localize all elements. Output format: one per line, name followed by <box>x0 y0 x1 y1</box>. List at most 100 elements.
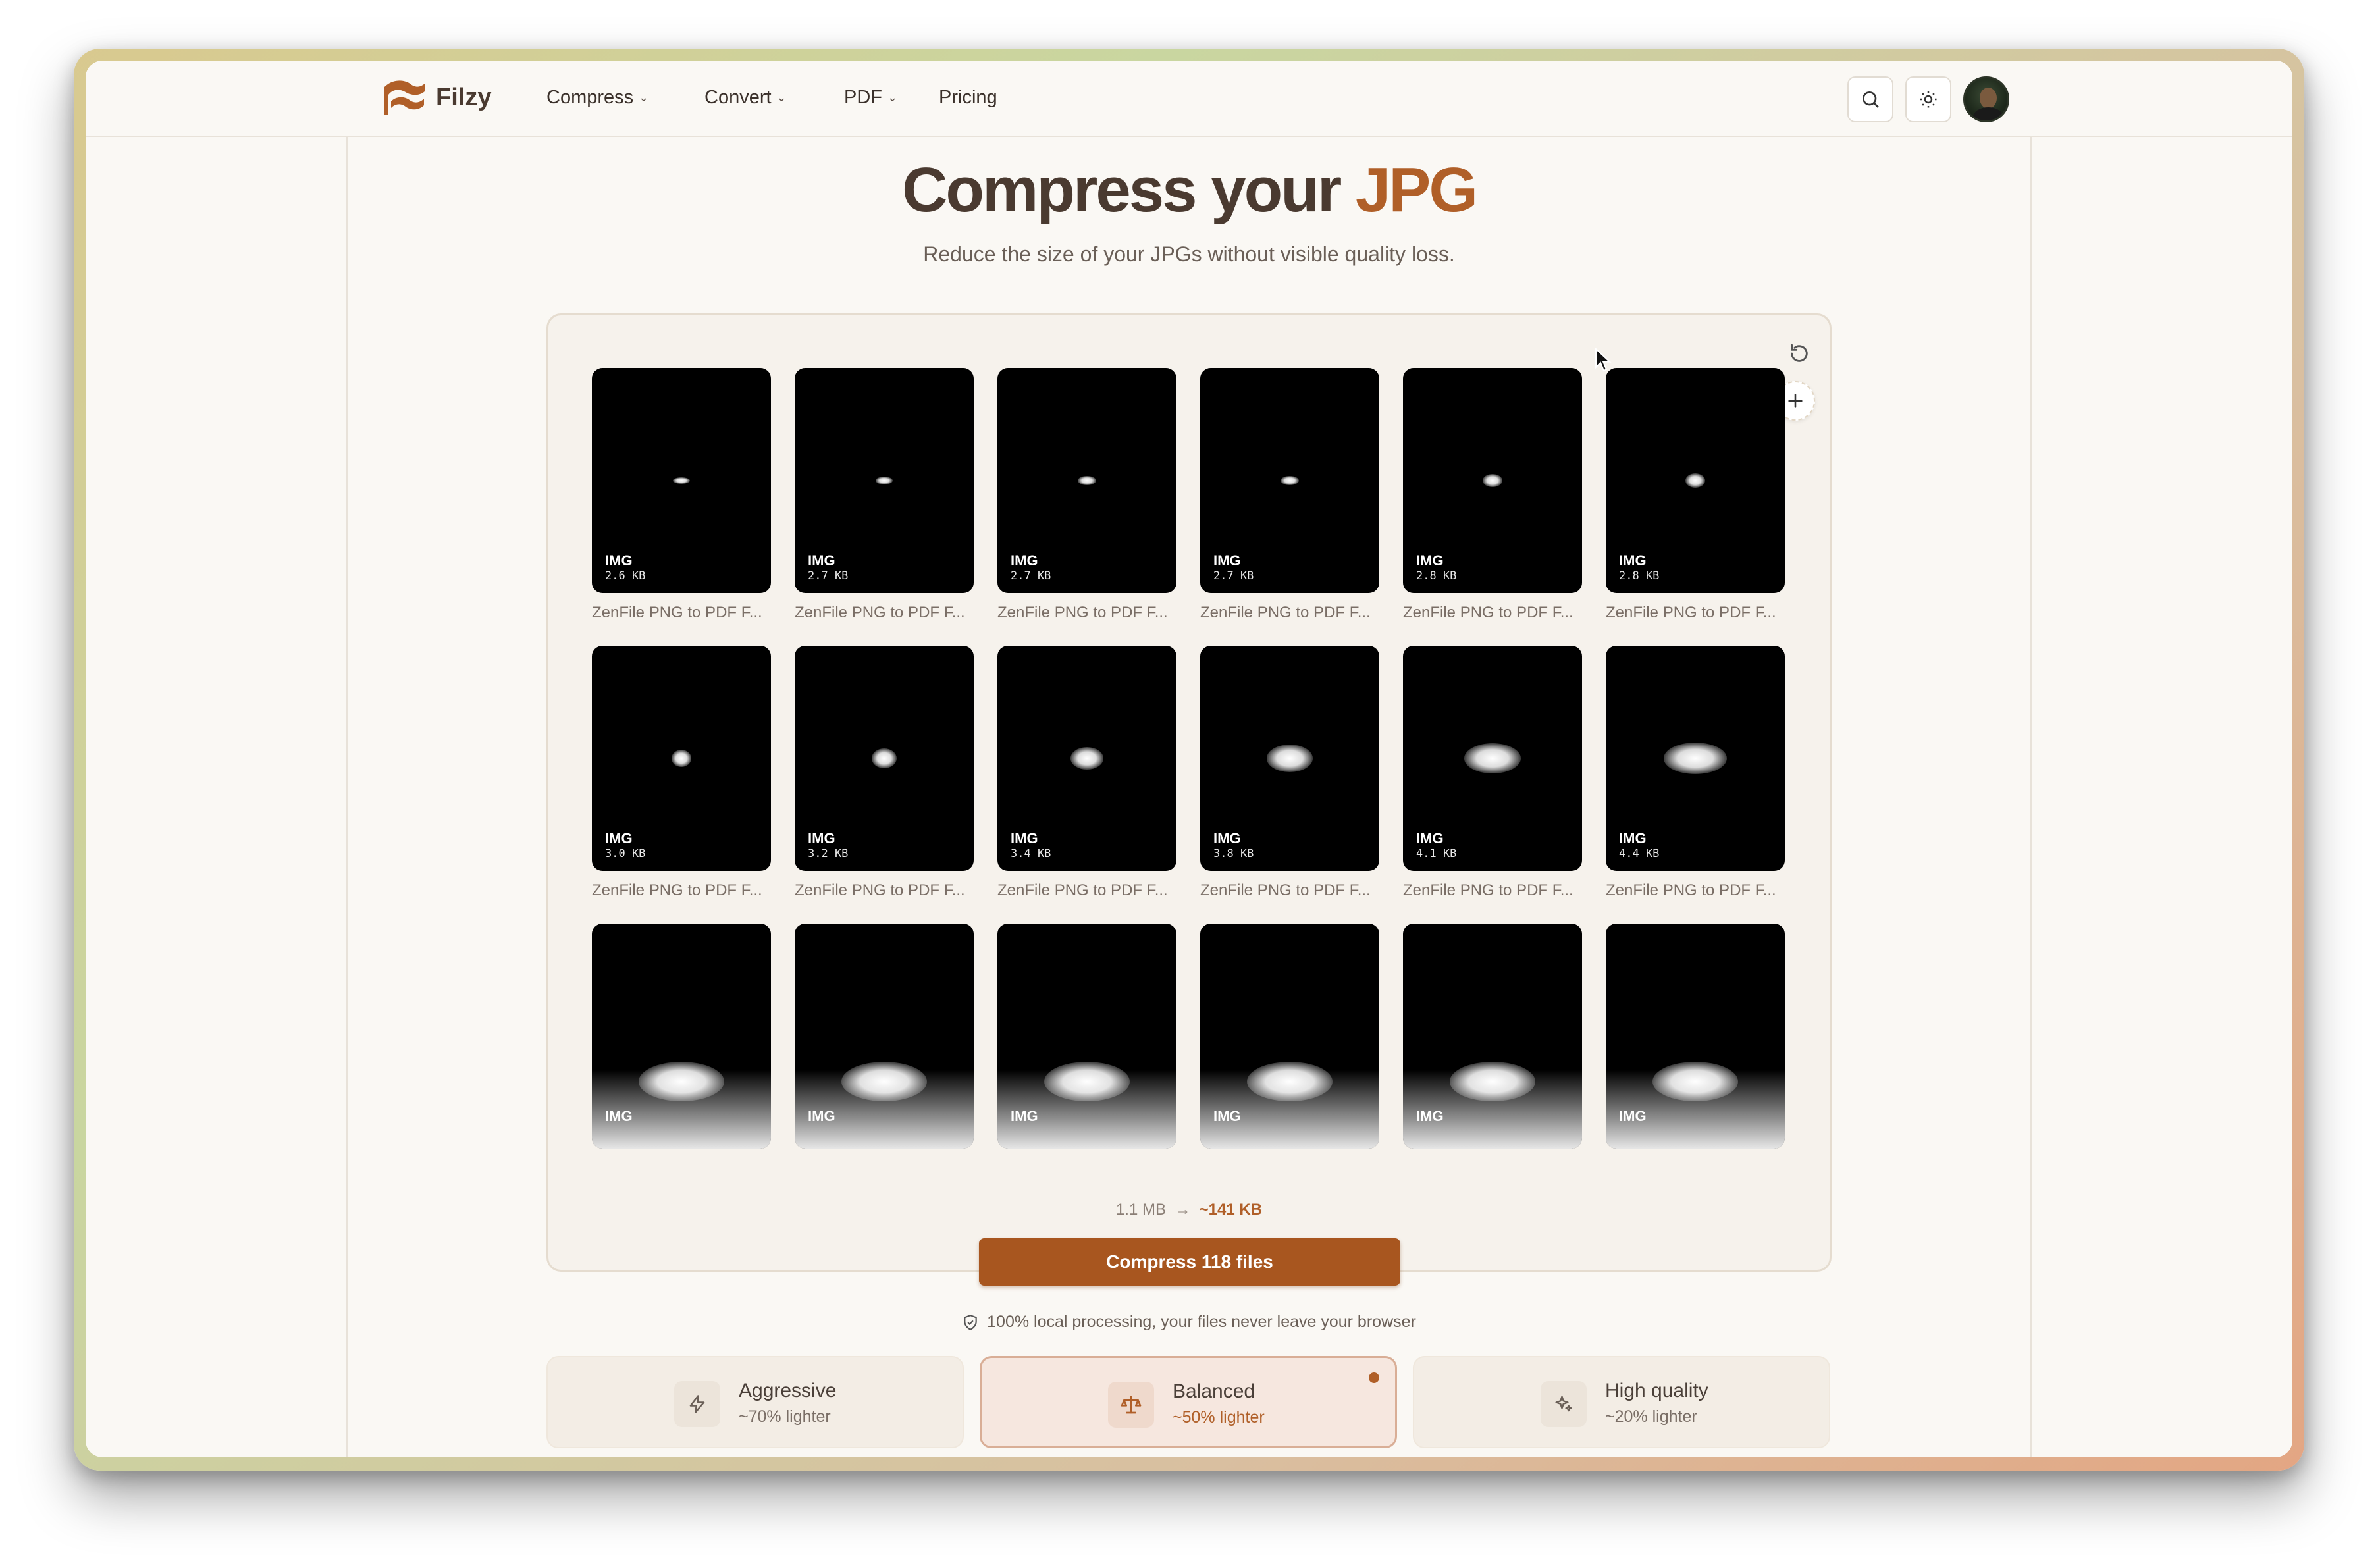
file-size: 2.8 KB <box>1619 569 1660 583</box>
file-tile[interactable]: IMG 2.7 KB ZenFile PNG to PDF F... <box>997 368 1176 622</box>
file-name: ZenFile PNG to PDF F... <box>592 881 762 899</box>
nav-pricing[interactable]: Pricing <box>939 87 997 109</box>
file-tile[interactable]: IMG <box>1200 924 1379 1159</box>
file-tile[interactable]: IMG 3.2 KB ZenFile PNG to PDF F... <box>795 646 974 900</box>
file-kind: IMG <box>1619 552 1647 569</box>
file-thumbnail: IMG <box>997 924 1176 1149</box>
mode-balanced[interactable]: Balanced ~50% lighter <box>980 1356 1397 1448</box>
mode-icon-box <box>674 1381 720 1427</box>
file-thumbnail: IMG 2.8 KB <box>1403 368 1582 593</box>
file-thumbnail: IMG 2.6 KB <box>592 368 771 593</box>
privacy-text: 100% local processing, your files never … <box>987 1313 1416 1331</box>
image-preview <box>1483 474 1502 487</box>
nav-convert[interactable]: Convert ⌄ <box>704 87 787 109</box>
file-name: ZenFile PNG to PDF F... <box>795 604 965 621</box>
file-kind: IMG <box>808 552 835 569</box>
arrow-right-icon: → <box>1175 1201 1191 1218</box>
user-avatar[interactable] <box>1963 76 2009 122</box>
file-tile[interactable]: IMG 3.0 KB ZenFile PNG to PDF F... <box>592 646 771 900</box>
upload-panel: IMG 2.6 KB ZenFile PNG to PDF F... IMG 2.7 K… <box>546 313 1832 1286</box>
selected-indicator <box>1369 1372 1379 1383</box>
mode-icon-box <box>1108 1382 1154 1428</box>
file-kind: IMG <box>1213 552 1241 569</box>
lightning-icon <box>689 1395 705 1413</box>
file-tile[interactable]: IMG 2.8 KB ZenFile PNG to PDF F... <box>1606 368 1785 622</box>
nav-compress-label: Compress <box>546 87 634 108</box>
sparkle-icon <box>1555 1396 1572 1412</box>
file-thumbnail: IMG 2.7 KB <box>795 368 974 593</box>
mode-title: Aggressive <box>739 1380 837 1401</box>
sun-icon <box>1920 91 1937 108</box>
mode-icon-box <box>1541 1381 1587 1427</box>
file-tile[interactable]: IMG 4.4 KB ZenFile PNG to PDF F... <box>1606 646 1785 900</box>
file-kind: IMG <box>1619 1108 1647 1124</box>
image-preview <box>672 750 691 767</box>
file-name: ZenFile PNG to PDF F... <box>795 881 965 899</box>
brand-name: Filzy <box>436 83 492 111</box>
file-thumbnail: IMG 2.7 KB <box>997 368 1176 593</box>
image-preview <box>1267 745 1313 772</box>
search-button[interactable] <box>1847 76 1893 122</box>
privacy-note: 100% local processing, your files never … <box>86 1313 2292 1332</box>
file-tile[interactable]: IMG 2.7 KB ZenFile PNG to PDF F... <box>795 368 974 622</box>
mode-title: Balanced <box>1173 1380 1255 1402</box>
image-preview <box>1664 743 1727 774</box>
mode-subtitle: ~20% lighter <box>1605 1407 1697 1426</box>
right-divider <box>2030 137 2032 1457</box>
file-size: 2.8 KB <box>1416 569 1457 583</box>
mode-high-quality[interactable]: High quality ~20% lighter <box>1413 1356 1830 1448</box>
file-tile[interactable]: IMG 3.8 KB ZenFile PNG to PDF F... <box>1200 646 1379 900</box>
avatar-face <box>1980 88 1997 109</box>
compress-button[interactable]: Compress 118 files <box>979 1238 1400 1286</box>
file-tile[interactable]: IMG <box>1606 924 1785 1159</box>
image-preview <box>1685 473 1705 488</box>
file-tile[interactable]: IMG 3.4 KB ZenFile PNG to PDF F... <box>997 646 1176 900</box>
page-subtitle: Reduce the size of your JPGs without vis… <box>923 242 1455 266</box>
file-kind: IMG <box>605 552 633 569</box>
file-tile[interactable]: IMG <box>795 924 974 1159</box>
image-preview <box>872 748 897 768</box>
reset-button[interactable] <box>1786 340 1812 367</box>
file-thumbnail: IMG <box>1403 924 1582 1149</box>
file-kind: IMG <box>605 1108 633 1124</box>
file-size: 3.8 KB <box>1213 847 1254 860</box>
nav-compress[interactable]: Compress ⌄ <box>546 87 648 109</box>
file-thumbnail: IMG 2.7 KB <box>1200 368 1379 593</box>
file-tile[interactable]: IMG <box>997 924 1176 1159</box>
title-main: Compress your <box>902 155 1342 225</box>
file-size: 3.0 KB <box>605 847 646 860</box>
theme-toggle-button[interactable] <box>1905 76 1951 122</box>
brand-logo[interactable]: Filzy <box>382 78 491 117</box>
file-tile[interactable]: IMG 2.7 KB ZenFile PNG to PDF F... <box>1200 368 1379 622</box>
left-divider <box>346 137 348 1457</box>
file-tile[interactable]: IMG <box>1403 924 1582 1159</box>
file-kind: IMG <box>1213 1108 1241 1124</box>
file-tile[interactable]: IMG 2.6 KB ZenFile PNG to PDF F... <box>592 368 771 622</box>
avatar-body <box>1973 107 2003 120</box>
size-summary: 1.1 MB → ~141 KB <box>548 1201 1830 1219</box>
file-kind: IMG <box>1416 830 1444 847</box>
mode-aggressive[interactable]: Aggressive ~70% lighter <box>546 1356 964 1448</box>
nav-pdf[interactable]: PDF ⌄ <box>844 87 897 109</box>
file-kind: IMG <box>1416 552 1444 569</box>
file-name: ZenFile PNG to PDF F... <box>1200 604 1371 621</box>
size-from: 1.1 MB <box>1115 1201 1166 1218</box>
nav-actions <box>1847 76 2009 122</box>
mode-subtitle: ~50% lighter <box>1173 1408 1265 1426</box>
file-size: 3.4 KB <box>1011 847 1051 860</box>
nav-pdf-label: PDF <box>844 87 882 108</box>
file-thumbnail: IMG 2.8 KB <box>1606 368 1785 593</box>
file-thumbnail: IMG <box>592 924 771 1149</box>
file-tile[interactable]: IMG 4.1 KB ZenFile PNG to PDF F... <box>1403 646 1582 900</box>
file-name: ZenFile PNG to PDF F... <box>1403 604 1573 621</box>
file-thumbnail: IMG <box>795 924 974 1149</box>
file-name: ZenFile PNG to PDF F... <box>1200 881 1371 899</box>
title-accent: JPG <box>1355 155 1478 225</box>
file-size: 4.1 KB <box>1416 847 1457 860</box>
image-preview <box>1078 476 1096 485</box>
file-tile[interactable]: IMG 2.8 KB ZenFile PNG to PDF F... <box>1403 368 1582 622</box>
file-name: ZenFile PNG to PDF F... <box>997 881 1168 899</box>
file-tile[interactable]: IMG <box>592 924 771 1159</box>
file-kind: IMG <box>808 830 835 847</box>
file-thumbnail: IMG <box>1606 924 1785 1149</box>
